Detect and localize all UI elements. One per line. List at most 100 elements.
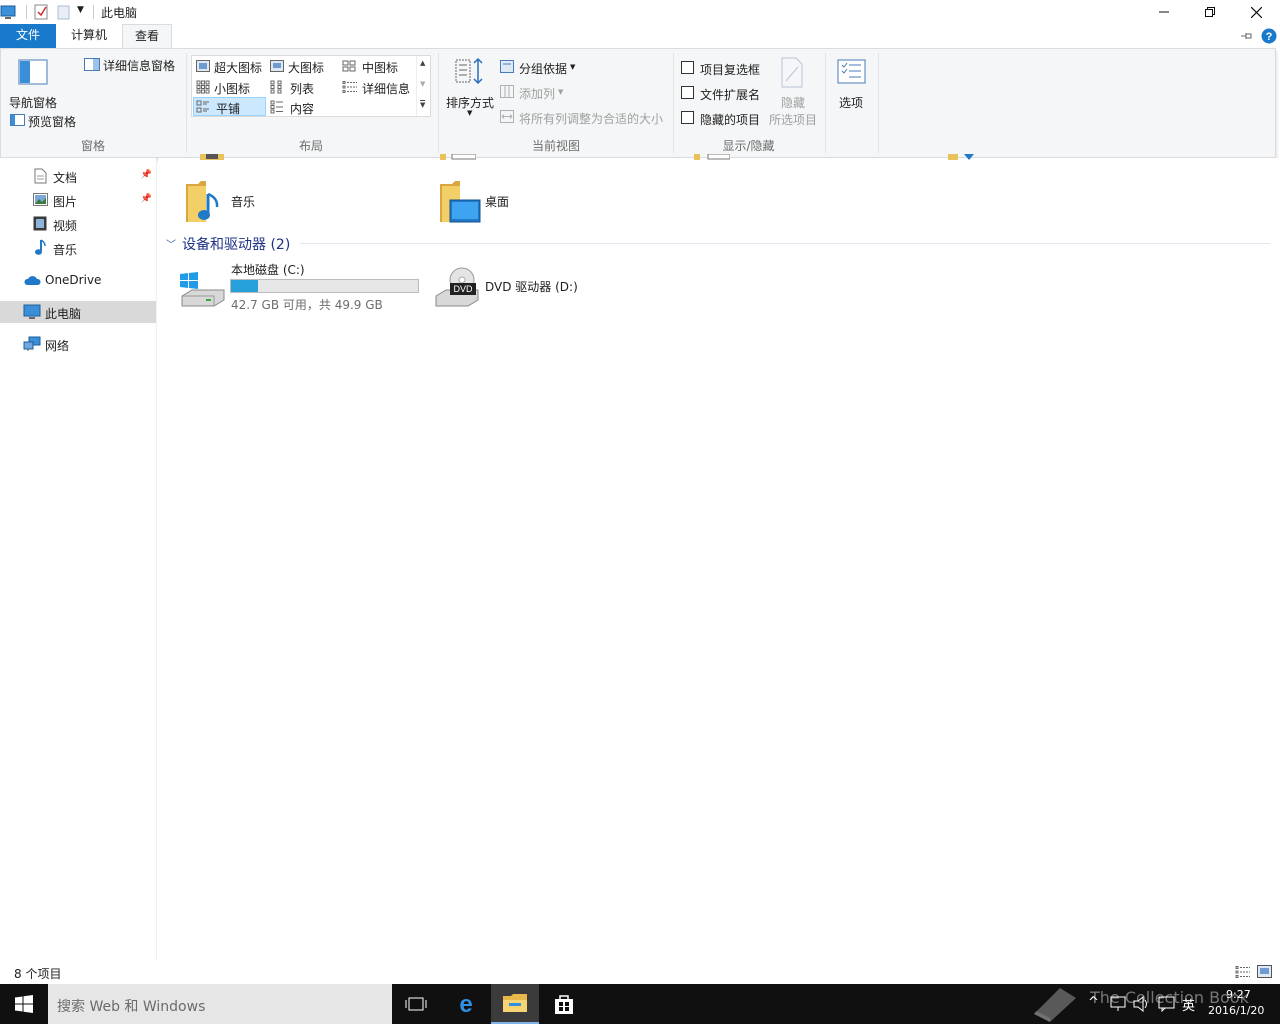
task-view-icon [405,997,427,1011]
nav-item-music[interactable]: 音乐 [0,237,156,259]
list-label: 列表 [290,82,315,96]
group-by-button[interactable]: 分组依据 ▼ [498,58,580,76]
start-button[interactable] [0,984,48,1024]
size-all-columns-button[interactable]: 将所有列调整为合适的大小 [498,108,668,126]
videos-icon [33,216,47,231]
clock-time[interactable]: 9:27 [1226,988,1251,1001]
details-pane-button[interactable]: 详细信息窗格 [81,56,181,74]
separator [186,53,187,153]
hide-selected-button[interactable]: 隐藏 所选项目 [767,55,821,129]
file-extensions-label: 文件扩展名 [700,88,761,102]
minimize-button[interactable] [1141,0,1187,24]
this-pc-icon [0,5,16,19]
drive-tile-c[interactable]: 本地磁盘 (C:) 42.7 GB 可用，共 49.9 GB [176,258,422,314]
restore-button[interactable] [1187,0,1233,24]
layout-gallery-scroll[interactable]: ▲ ▼ ▼ [416,56,430,116]
layout-details[interactable]: 详细信息 [340,78,414,96]
nav-item-this-pc[interactable]: 此电脑 [0,301,156,323]
tab-file[interactable]: 文件 [0,24,56,48]
drive-c-usage-bar [230,279,419,293]
help-icon[interactable]: ? [1261,28,1277,44]
minimize-icon [1159,11,1169,13]
preview-pane-icon [10,114,25,126]
nav-item-videos[interactable]: 视频 [0,213,156,235]
extra-large-icons-label: 超大图标 [214,61,263,75]
nav-item-onedrive[interactable]: OneDrive [0,269,156,291]
nav-item-network[interactable]: 网络 [0,333,156,355]
this-pc-icon [23,304,41,319]
item-checkboxes-toggle[interactable]: 项目复选框 [679,60,769,78]
item-checkboxes-label: 项目复选框 [700,63,761,77]
hidden-items-checkbox[interactable] [681,111,694,124]
layout-medium-icons[interactable]: 中图标 [340,58,412,76]
file-explorer-button[interactable] [491,984,539,1024]
group-by-dropdown-icon: ▼ [570,63,576,71]
title-bar: ▼ 此电脑 [0,0,1280,24]
navigation-pane-label: 导航窗格 [9,96,58,110]
pin-icon[interactable]: 📌 [141,170,152,180]
preview-pane-button[interactable]: 预览窗格 [7,111,87,129]
file-extensions-checkbox[interactable] [681,86,694,99]
store-button[interactable] [540,984,588,1024]
music-folder-icon [186,181,219,222]
layout-extra-large-icons[interactable]: 超大图标 [194,58,266,76]
window-title: 此电脑 [101,6,138,20]
options-button[interactable]: 选项 [831,55,875,115]
nav-item-pictures[interactable]: 图片 📌 [0,189,156,211]
close-icon [1250,6,1262,18]
tab-computer[interactable]: 计算机 [59,24,119,48]
layout-small-icons[interactable]: 小图标 [194,78,266,96]
volume-icon[interactable] [1133,996,1151,1012]
list-view-icon [270,80,282,94]
navigation-pane-button[interactable]: 导航窗格 [5,55,63,115]
action-center-icon[interactable] [1158,996,1176,1012]
hide-selected-label-1: 隐藏 [781,96,806,110]
layout-tiles[interactable]: 平铺 [193,97,266,116]
hidden-items-toggle[interactable]: 隐藏的项目 [679,110,769,128]
folder-desktop-label: 桌面 [485,195,510,209]
add-columns-label: 添加列 [519,87,556,101]
small-icons-label: 小图标 [214,82,251,96]
devices-group-header[interactable]: 设备和驱动器 (2) [182,234,290,254]
properties-icon[interactable] [33,3,49,21]
pin-icon[interactable]: 📌 [141,194,152,204]
item-checkboxes-checkbox[interactable] [681,61,694,74]
collapse-group-chevron-icon[interactable]: ﹀ [166,236,176,251]
large-icons-toggle-icon[interactable] [1257,965,1273,979]
drive-c-usage-fill [231,280,258,292]
task-view-button[interactable] [392,984,440,1024]
layout-content[interactable]: 内容 [268,98,338,116]
layout-list[interactable]: 列表 [268,78,338,96]
scroll-up-icon[interactable]: ▲ [420,59,425,67]
file-extensions-toggle[interactable]: 文件扩展名 [679,85,769,103]
show-hidden-icons-chevron-icon[interactable]: ^ [1088,995,1099,1010]
drive-tile-d[interactable]: DVD DVD 驱动器 (D:) [434,258,634,314]
scroll-down-icon[interactable]: ▼ [420,80,425,88]
layout-large-icons[interactable]: 大图标 [268,58,338,76]
group-divider [300,243,1270,244]
clock-date[interactable]: 2016/1/20 [1208,1004,1264,1017]
new-folder-icon[interactable] [57,3,71,21]
svg-text:?: ? [1266,31,1273,43]
sort-by-dropdown-icon: ▼ [467,109,473,117]
watermark-book-logo [1034,988,1076,1022]
nav-item-documents[interactable]: 文档 📌 [0,165,156,187]
close-button[interactable] [1233,0,1279,24]
add-columns-button[interactable]: 添加列 ▼ [498,83,568,101]
network-tray-icon[interactable] [1110,996,1128,1012]
edge-button[interactable]: e [442,984,490,1024]
details-view-toggle-icon[interactable] [1235,965,1251,979]
content-view-icon [270,100,283,114]
ime-indicator[interactable]: 英 [1182,995,1195,1014]
tab-view[interactable]: 查看 [122,24,172,48]
folder-tile-desktop[interactable]: 桌面 [438,178,638,224]
pin-ribbon-icon[interactable] [1240,30,1254,42]
navigation-pane-icon [18,59,48,85]
gallery-expand-icon[interactable]: ▼ [420,100,426,109]
tiles-label: 平铺 [216,102,241,116]
customize-qat-chevron-icon[interactable]: ▼ [77,5,84,15]
desktop-folder-icon [440,181,481,223]
folder-tile-music[interactable]: 音乐 [182,178,382,224]
taskbar-search-box[interactable]: 搜索 Web 和 Windows [48,984,392,1024]
sort-by-button[interactable]: 排序方式 ▼ [443,55,497,121]
